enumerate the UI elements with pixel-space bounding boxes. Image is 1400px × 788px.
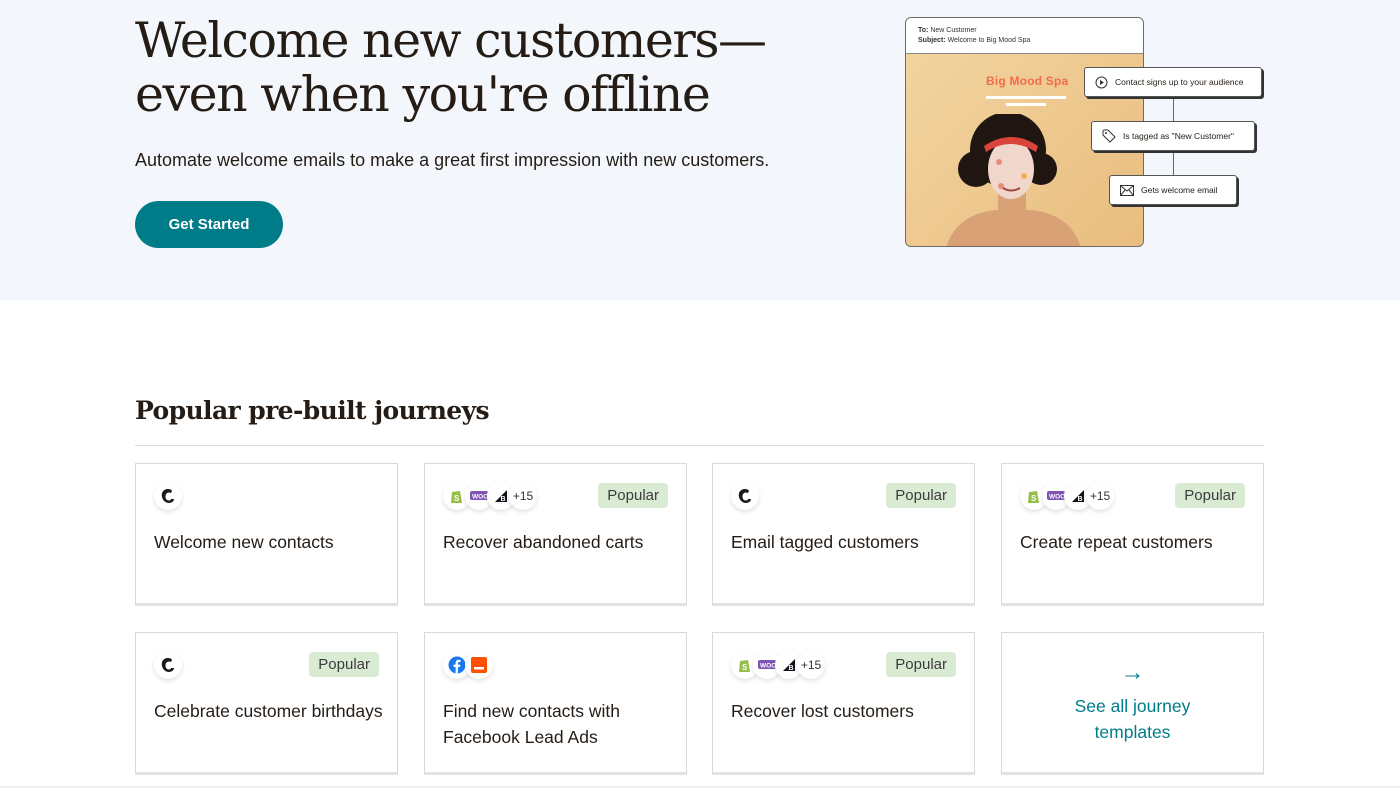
hero-title: Welcome new customers—even when you're o… bbox=[135, 12, 767, 123]
journey-card-title: Find new contacts with Facebook Lead Ads bbox=[443, 701, 621, 747]
arrow-right-icon: → bbox=[1120, 658, 1145, 686]
email-to-label: To: bbox=[918, 27, 929, 34]
get-started-button[interactable]: Get Started bbox=[135, 201, 283, 248]
svg-text:WOO: WOO bbox=[760, 663, 776, 670]
flow-connector bbox=[1173, 97, 1174, 121]
flow-step-label: Gets welcome email bbox=[1141, 185, 1218, 195]
journey-card-facebook-lead-ads[interactable]: Find new contacts with Facebook Lead Ads bbox=[424, 632, 687, 775]
email-subject-label: Subject: bbox=[918, 37, 946, 44]
svg-text:WOO: WOO bbox=[1049, 494, 1065, 501]
integration-icons bbox=[154, 651, 182, 679]
popular-badge: Popular bbox=[886, 483, 956, 508]
svg-text:S: S bbox=[454, 494, 460, 503]
tag-icon bbox=[1102, 129, 1116, 143]
mailchimp-icon bbox=[154, 482, 182, 510]
journey-card-title: Recover lost customers bbox=[731, 701, 914, 721]
flow-connector bbox=[1173, 151, 1174, 175]
lead-ads-form-icon bbox=[465, 651, 493, 679]
svg-text:S: S bbox=[1031, 494, 1037, 503]
email-to: New Customer bbox=[930, 27, 977, 34]
section-title: Popular pre-built journeys bbox=[135, 396, 490, 425]
popular-badge: Popular bbox=[886, 652, 956, 677]
more-integrations-count: +15 bbox=[1086, 482, 1114, 510]
integration-icons bbox=[443, 651, 493, 679]
integration-icons: S WOO B +15 bbox=[731, 651, 825, 679]
journey-card-title: Recover abandoned carts bbox=[443, 532, 644, 552]
svg-text:S: S bbox=[742, 663, 748, 672]
journey-card-email-tagged-customers[interactable]: Popular Email tagged customers bbox=[712, 463, 975, 606]
flow-step-label: Contact signs up to your audience bbox=[1115, 77, 1244, 87]
journey-card-title: Celebrate customer birthdays bbox=[154, 701, 383, 721]
decorative-line bbox=[986, 96, 1066, 99]
flow-step-signup: Contact signs up to your audience bbox=[1084, 67, 1262, 97]
more-integrations-count: +15 bbox=[797, 651, 825, 679]
woman-portrait-image bbox=[946, 114, 1081, 246]
section-divider bbox=[135, 445, 1264, 446]
popular-badge: Popular bbox=[1175, 483, 1245, 508]
journey-card-recover-abandoned-carts[interactable]: S WOO B +15 Popular Recover abandoned ca… bbox=[424, 463, 687, 606]
mailchimp-icon bbox=[154, 651, 182, 679]
journey-card-create-repeat-customers[interactable]: S WOO B +15 Popular Create repeat custom… bbox=[1001, 463, 1264, 606]
journey-card-title: Email tagged customers bbox=[731, 532, 919, 552]
journey-card-welcome-new-contacts[interactable]: Welcome new contacts bbox=[135, 463, 398, 606]
integration-icons: S WOO B +15 bbox=[1020, 482, 1114, 510]
journey-card-title: Create repeat customers bbox=[1020, 532, 1213, 552]
email-header: To: New Customer Subject: Welcome to Big… bbox=[906, 18, 1143, 54]
svg-text:WOO: WOO bbox=[472, 494, 488, 501]
flow-step-label: Is tagged as "New Customer" bbox=[1123, 131, 1234, 141]
svg-text:B: B bbox=[1078, 496, 1083, 503]
journey-card-celebrate-birthdays[interactable]: Popular Celebrate customer birthdays bbox=[135, 632, 398, 775]
mailchimp-icon bbox=[731, 482, 759, 510]
see-all-journey-templates-link[interactable]: → See all journey templates bbox=[1001, 632, 1264, 775]
flow-step-tagged: Is tagged as "New Customer" bbox=[1091, 121, 1255, 151]
svg-text:B: B bbox=[789, 665, 794, 672]
hero-subtitle: Automate welcome emails to make a great … bbox=[135, 150, 770, 170]
spa-brand-name: Big Mood Spa bbox=[986, 74, 1069, 88]
more-integrations-count: +15 bbox=[509, 482, 537, 510]
play-icon bbox=[1095, 76, 1108, 88]
journey-card-recover-lost-customers[interactable]: S WOO B +15 Popular Recover lost custome… bbox=[712, 632, 975, 775]
see-all-label: See all journey templates bbox=[1074, 695, 1191, 742]
decorative-line bbox=[1006, 103, 1046, 106]
integration-icons bbox=[731, 482, 759, 510]
flow-step-welcome-email: Gets welcome email bbox=[1109, 175, 1237, 205]
integration-icons: S WOO B +15 bbox=[443, 482, 537, 510]
integration-icons bbox=[154, 482, 182, 510]
envelope-icon bbox=[1120, 184, 1134, 196]
hero-section: Welcome new customers—even when you're o… bbox=[0, 0, 1400, 300]
email-subject: Welcome to Big Mood Spa bbox=[947, 37, 1031, 44]
popular-badge: Popular bbox=[598, 483, 668, 508]
popular-badge: Popular bbox=[309, 652, 379, 677]
svg-text:B: B bbox=[501, 496, 506, 503]
journey-card-title: Welcome new contacts bbox=[154, 532, 334, 552]
